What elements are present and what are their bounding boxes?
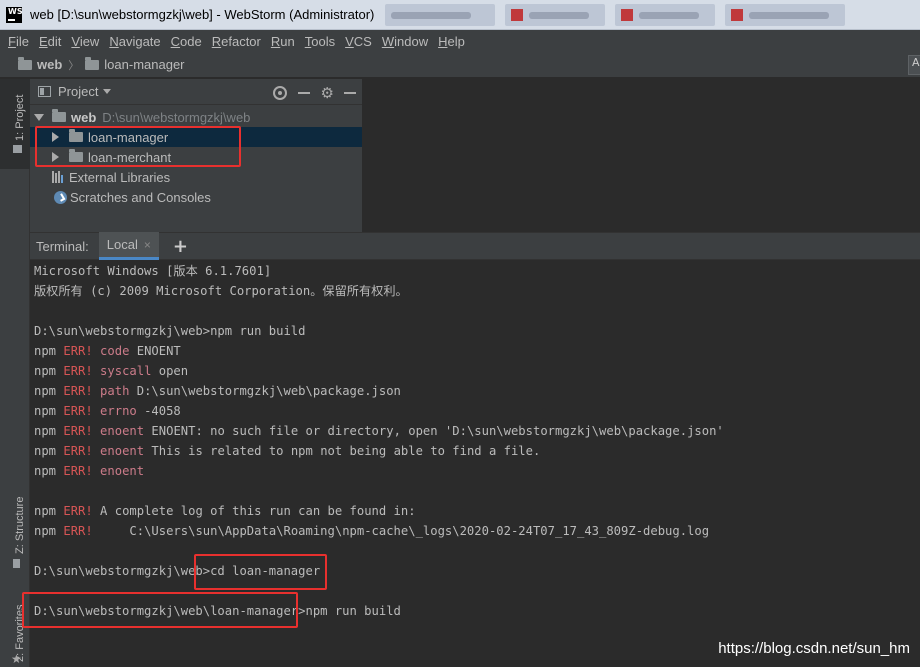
chevron-down-icon[interactable] [103, 89, 112, 94]
annotation-box-cd-command [194, 554, 327, 590]
menu-help[interactable]: Help [438, 34, 465, 49]
structure-icon [13, 559, 20, 568]
breadcrumb-root[interactable]: web [37, 57, 62, 72]
editor-area[interactable] [362, 79, 920, 232]
star-icon: ★ [11, 652, 22, 666]
menu-edit[interactable]: Edit [39, 34, 61, 49]
terminal-line: npm ERR! enoent This is related to npm n… [34, 444, 541, 458]
folder-icon [85, 56, 100, 70]
terminal-line: npm ERR! syscall open [34, 364, 189, 378]
scratches-icon [54, 190, 67, 204]
hide-panel-icon[interactable] [344, 92, 356, 94]
tree-item-label: Scratches and Consoles [70, 189, 211, 205]
project-view-selector[interactable]: Project [58, 84, 98, 99]
terminal-line: npm ERR! A complete log of this run can … [34, 504, 416, 518]
annotation-box-tree [35, 126, 241, 167]
terminal-title: Terminal: [36, 238, 89, 254]
terminal-line: D:\sun\webstormgzkj\web>npm run build [34, 324, 306, 338]
terminal-line: npm ERR! errno -4058 [34, 404, 181, 418]
project-view-icon [38, 86, 51, 97]
menu-code[interactable]: Code [171, 34, 202, 49]
tree-root-path: D:\sun\webstormgzkj\web [102, 109, 251, 125]
logo-text: WS [8, 6, 23, 16]
breadcrumb: web 〉 loan-manager A [0, 52, 920, 78]
tree-item-label: External Libraries [69, 169, 171, 185]
terminal-line: npm ERR! path D:\sun\webstormgzkj\web\pa… [34, 384, 401, 398]
annotation-box-prompt [22, 592, 298, 628]
blurred-taskbar-tabs [385, 4, 845, 26]
menu-view[interactable]: View [71, 34, 99, 49]
tool-tab-project-label: 1: Project [14, 94, 26, 141]
tab-local-label: Local [106, 237, 138, 252]
close-icon[interactable]: × [144, 238, 151, 252]
folder-icon [13, 145, 22, 153]
folder-icon [52, 109, 66, 122]
locate-target-icon[interactable] [272, 86, 287, 100]
nav-right-button[interactable]: A [908, 55, 920, 75]
tool-tab-structure-label: Z: Structure [14, 496, 26, 554]
menu-navigate[interactable]: Navigate [109, 34, 160, 49]
menu-tools[interactable]: Tools [305, 34, 335, 49]
menu-bar: File Edit View Navigate Code Refactor Ru… [0, 30, 920, 52]
terminal-line: Microsoft Windows [版本 6.1.7601] [34, 264, 272, 278]
menu-file[interactable]: File [8, 34, 29, 49]
tree-item-scratches[interactable]: Scratches and Consoles [30, 187, 362, 207]
tool-tab-project[interactable]: 1: Project [0, 79, 30, 169]
collapse-all-icon[interactable] [297, 86, 311, 100]
left-tool-strip: 1: Project Z: Structure 2: Favorites ★ [0, 79, 30, 667]
add-terminal-icon[interactable]: + [173, 236, 188, 257]
window-title: web [D:\sun\webstormgzkj\web] - WebStorm… [30, 7, 375, 22]
folder-icon [18, 56, 32, 70]
menu-vcs[interactable]: VCS [345, 34, 372, 49]
terminal-line: npm ERR! enoent [34, 464, 145, 478]
gear-icon[interactable]: ⚙ [321, 84, 334, 102]
tab-local[interactable]: Local × [98, 232, 159, 260]
tree-root-web[interactable]: web D:\sun\webstormgzkj\web [30, 107, 362, 127]
terminal-line: npm ERR! C:\Users\sun\AppData\Roaming\np… [34, 524, 710, 538]
expand-arrow-icon[interactable] [34, 113, 44, 121]
watermark: https://blog.csdn.net/sun_hm [718, 640, 910, 657]
terminal-line: npm ERR! code ENOENT [34, 344, 181, 358]
breadcrumb-separator: 〉 [68, 58, 80, 72]
tree-item-external-libraries[interactable]: External Libraries [30, 167, 362, 187]
menu-run[interactable]: Run [271, 34, 295, 49]
terminal-line: 版权所有 (c) 2009 Microsoft Corporation。保留所有… [34, 284, 408, 298]
title-bar: WS web [D:\sun\webstormgzkj\web] - WebSt… [0, 0, 920, 30]
library-icon [52, 171, 66, 183]
menu-window[interactable]: Window [382, 34, 428, 49]
tree-root-label: web [71, 109, 97, 125]
breadcrumb-child[interactable]: loan-manager [104, 57, 184, 72]
project-panel-header: Project ⚙ [30, 79, 362, 105]
webstorm-logo-icon: WS [6, 6, 23, 23]
terminal-line: npm ERR! enoent ENOENT: no such file or … [34, 424, 724, 438]
tool-tab-structure[interactable]: Z: Structure [0, 479, 30, 579]
terminal-tab-bar: Terminal: Local × + [30, 232, 920, 260]
menu-refactor[interactable]: Refactor [212, 34, 261, 49]
